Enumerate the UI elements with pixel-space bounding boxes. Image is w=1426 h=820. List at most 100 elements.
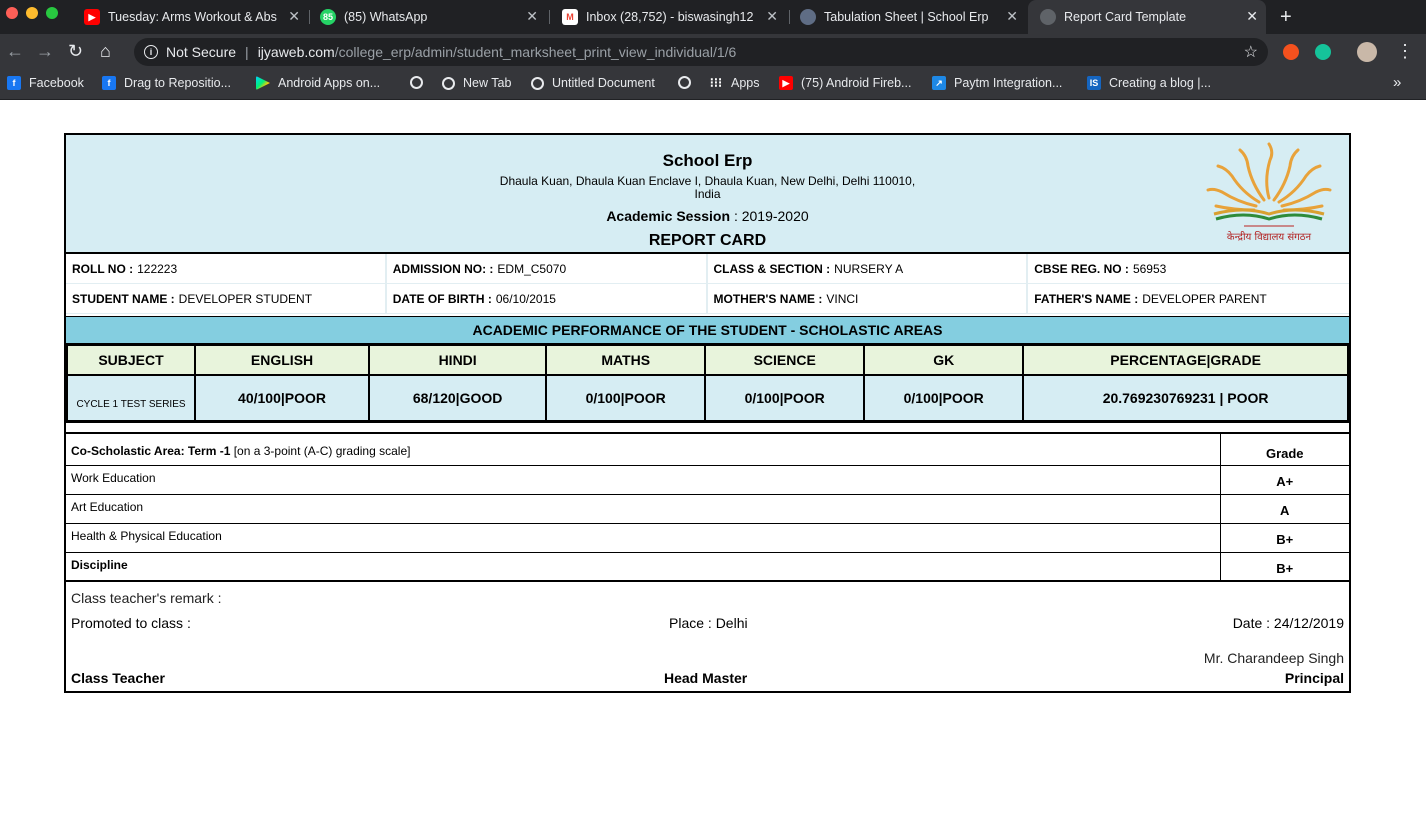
cbse-reg-no-field: CBSE REG. NO :56953: [1034, 261, 1167, 276]
date-label: Date : 24/12/2019: [1232, 615, 1344, 631]
bookmarks-bar: f Facebook f Drag to Repositio... Androi…: [0, 70, 1426, 100]
marks-row-label: CYCLE 1 TEST SERIES: [66, 374, 196, 422]
window-minimize-button[interactable]: [26, 7, 38, 19]
apps-grid-icon: ⁝⁝⁝: [709, 75, 723, 90]
marks-header-cell: PERCENTAGE|GRADE: [1022, 344, 1349, 376]
marks-row: CYCLE 1 TEST SERIES 40/100|POOR 68/120|G…: [66, 374, 1349, 422]
co-scholastic-area: Art Education: [66, 494, 1220, 524]
marks-header-cell: MATHS: [545, 344, 707, 376]
url-path: /college_erp/admin/student_marksheet_pri…: [334, 44, 737, 60]
back-arrow-icon[interactable]: ←: [6, 41, 24, 62]
bookmark-facebook[interactable]: f Facebook: [7, 76, 84, 90]
close-tab-icon[interactable]: ✕: [1006, 8, 1018, 25]
security-label: Not Secure: [166, 44, 237, 60]
browser-toolbar: ← → ↻ ⌂ i Not Secure | ijyaweb.com /coll…: [0, 34, 1426, 70]
class-teacher-signature: Class Teacher: [71, 670, 165, 686]
bookmark-star-icon[interactable]: ☆: [1244, 42, 1258, 62]
co-scholastic-area: Health & Physical Education: [66, 523, 1220, 553]
school-name: School Erp: [662, 151, 753, 170]
paytm-icon: ↗: [932, 76, 946, 90]
admission-no-field: ADMISSION NO: : EDM_C5070: [387, 254, 708, 283]
bookmark-android-apps[interactable]: Android Apps on...: [256, 76, 380, 90]
globe-icon: [531, 76, 544, 90]
home-icon[interactable]: ⌂: [100, 41, 111, 62]
grammarly-icon[interactable]: [1315, 44, 1331, 60]
academic-performance-title: ACADEMIC PERFORMANCE OF THE STUDENT - SC…: [66, 316, 1349, 344]
youtube-icon: ▶: [84, 9, 100, 25]
marks-cell: 68/120|GOOD: [368, 374, 548, 422]
bookmark-globe-1[interactable]: [410, 76, 431, 89]
globe-icon: [442, 76, 455, 90]
tab-whatsapp[interactable]: 85 (85) WhatsApp ✕: [310, 0, 546, 34]
principal-signature: Principal: [1284, 670, 1344, 686]
whatsapp-icon: 85: [320, 9, 336, 25]
info-row: ROLL NO :122223 ADMISSION NO: : EDM_C5070…: [66, 254, 1349, 284]
close-tab-icon[interactable]: ✕: [526, 8, 538, 25]
co-scholastic-area: Work Education: [66, 465, 1220, 495]
marks-header-cell: HINDI: [368, 344, 548, 376]
url-divider: |: [245, 44, 249, 60]
marks-header-cell: ENGLISH: [193, 344, 371, 376]
profile-avatar[interactable]: [1357, 42, 1377, 62]
info-icon[interactable]: i: [144, 45, 158, 59]
menu-dots-icon[interactable]: ⋮: [1396, 41, 1414, 62]
co-scholastic-row: Art Education A: [66, 494, 1349, 524]
tab-youtube-workout[interactable]: ▶ Tuesday: Arms Workout & Abs ✕: [72, 0, 308, 34]
close-tab-icon[interactable]: ✕: [1246, 8, 1258, 25]
bookmark-drag-to-reposition[interactable]: f Drag to Repositio...: [102, 76, 231, 90]
promoted-to-class: Promoted to class :: [71, 615, 191, 631]
tab-report-card-template[interactable]: Report Card Template ✕: [1028, 0, 1266, 34]
forward-arrow-icon[interactable]: →: [36, 41, 54, 62]
bookmark-android-firebase[interactable]: ▶ (75) Android Fireb...: [779, 76, 911, 90]
globe-icon: [1040, 9, 1056, 25]
close-tab-icon[interactable]: ✕: [288, 8, 300, 25]
tab-gmail-inbox[interactable]: M Inbox (28,752) - biswasingh12 ✕: [550, 0, 786, 34]
student-info-grid: ROLL NO :122223 ADMISSION NO: : EDM_C5070…: [66, 254, 1349, 314]
bookmark-creating-a-blog[interactable]: IS Creating a blog |...: [1087, 76, 1211, 90]
marks-header-cell: SCIENCE: [704, 344, 866, 376]
school-address: Dhaula Kuan, Dhaula Kuan Enclave I, Dhau…: [499, 174, 916, 201]
play-store-icon: [256, 76, 270, 90]
url-host: ijyaweb.com: [257, 44, 335, 60]
bookmark-new-tab[interactable]: New Tab: [442, 76, 511, 90]
co-scholastic-grade: A+: [1219, 465, 1349, 495]
report-header: School Erp Dhaula Kuan, Dhaula Kuan Encl…: [66, 135, 1349, 254]
window-maximize-button[interactable]: [46, 7, 58, 19]
is-icon: IS: [1087, 76, 1101, 90]
bookmark-untitled-document[interactable]: Untitled Document: [531, 76, 655, 90]
class-section-field: CLASS & SECTION : NURSERY A: [708, 254, 1029, 283]
reload-icon[interactable]: ↻: [68, 41, 83, 62]
report-card-title: REPORT CARD: [648, 232, 767, 249]
marks-cell: 40/100|POOR: [193, 374, 371, 422]
student-name-field: STUDENT NAME : DEVELOPER STUDENT: [66, 284, 387, 313]
browser-tab-bar: ▶ Tuesday: Arms Workout & Abs ✕ 85 (85) …: [0, 0, 1426, 34]
roll-no-field: ROLL NO :122223: [66, 254, 387, 283]
co-scholastic-row: Discipline B+: [66, 552, 1349, 582]
marks-cell: 0/100|POOR: [863, 374, 1025, 422]
marks-cell: 0/100|POOR: [545, 374, 707, 422]
principal-name: Mr. Charandeep Singh: [1203, 650, 1344, 666]
bookmark-globe-2[interactable]: [678, 76, 699, 89]
tab-tabulation-sheet[interactable]: Tabulation Sheet | School Erp ✕: [790, 0, 1026, 34]
grade-header: Grade: [1219, 434, 1349, 466]
co-scholastic-grade: B+: [1219, 523, 1349, 553]
window-close-button[interactable]: [6, 7, 18, 19]
logo-text: केन्द्रीय विद्यालय संगठन: [1227, 231, 1312, 243]
info-row: STUDENT NAME : DEVELOPER STUDENT DATE OF …: [66, 284, 1349, 314]
facebook-icon: f: [102, 76, 116, 90]
bookmark-apps[interactable]: ⁝⁝⁝ Apps: [709, 75, 760, 90]
marks-table: SUBJECT ENGLISH HINDI MATHS SCIENCE GK P…: [66, 344, 1349, 422]
marks-header-cell: SUBJECT: [66, 344, 196, 376]
percentage-grade-cell: 20.769230769231 | POOR: [1022, 374, 1349, 422]
bookmark-paytm-integration[interactable]: ↗ Paytm Integration...: [932, 76, 1062, 90]
co-scholastic-grade: A: [1219, 494, 1349, 524]
academic-session: Academic Session : 2019-2020: [606, 208, 809, 224]
globe-icon: [678, 76, 691, 89]
extension-icon[interactable]: [1283, 44, 1299, 60]
co-scholastic-title: Co-Scholastic Area: Term -1 [on a 3-poin…: [66, 434, 1220, 466]
marks-header-row: SUBJECT ENGLISH HINDI MATHS SCIENCE GK P…: [66, 344, 1349, 376]
close-tab-icon[interactable]: ✕: [766, 8, 778, 25]
address-bar[interactable]: i Not Secure | ijyaweb.com /college_erp/…: [134, 38, 1268, 66]
bookmarks-overflow-icon[interactable]: »: [1393, 74, 1401, 91]
new-tab-button[interactable]: +: [1280, 6, 1292, 29]
